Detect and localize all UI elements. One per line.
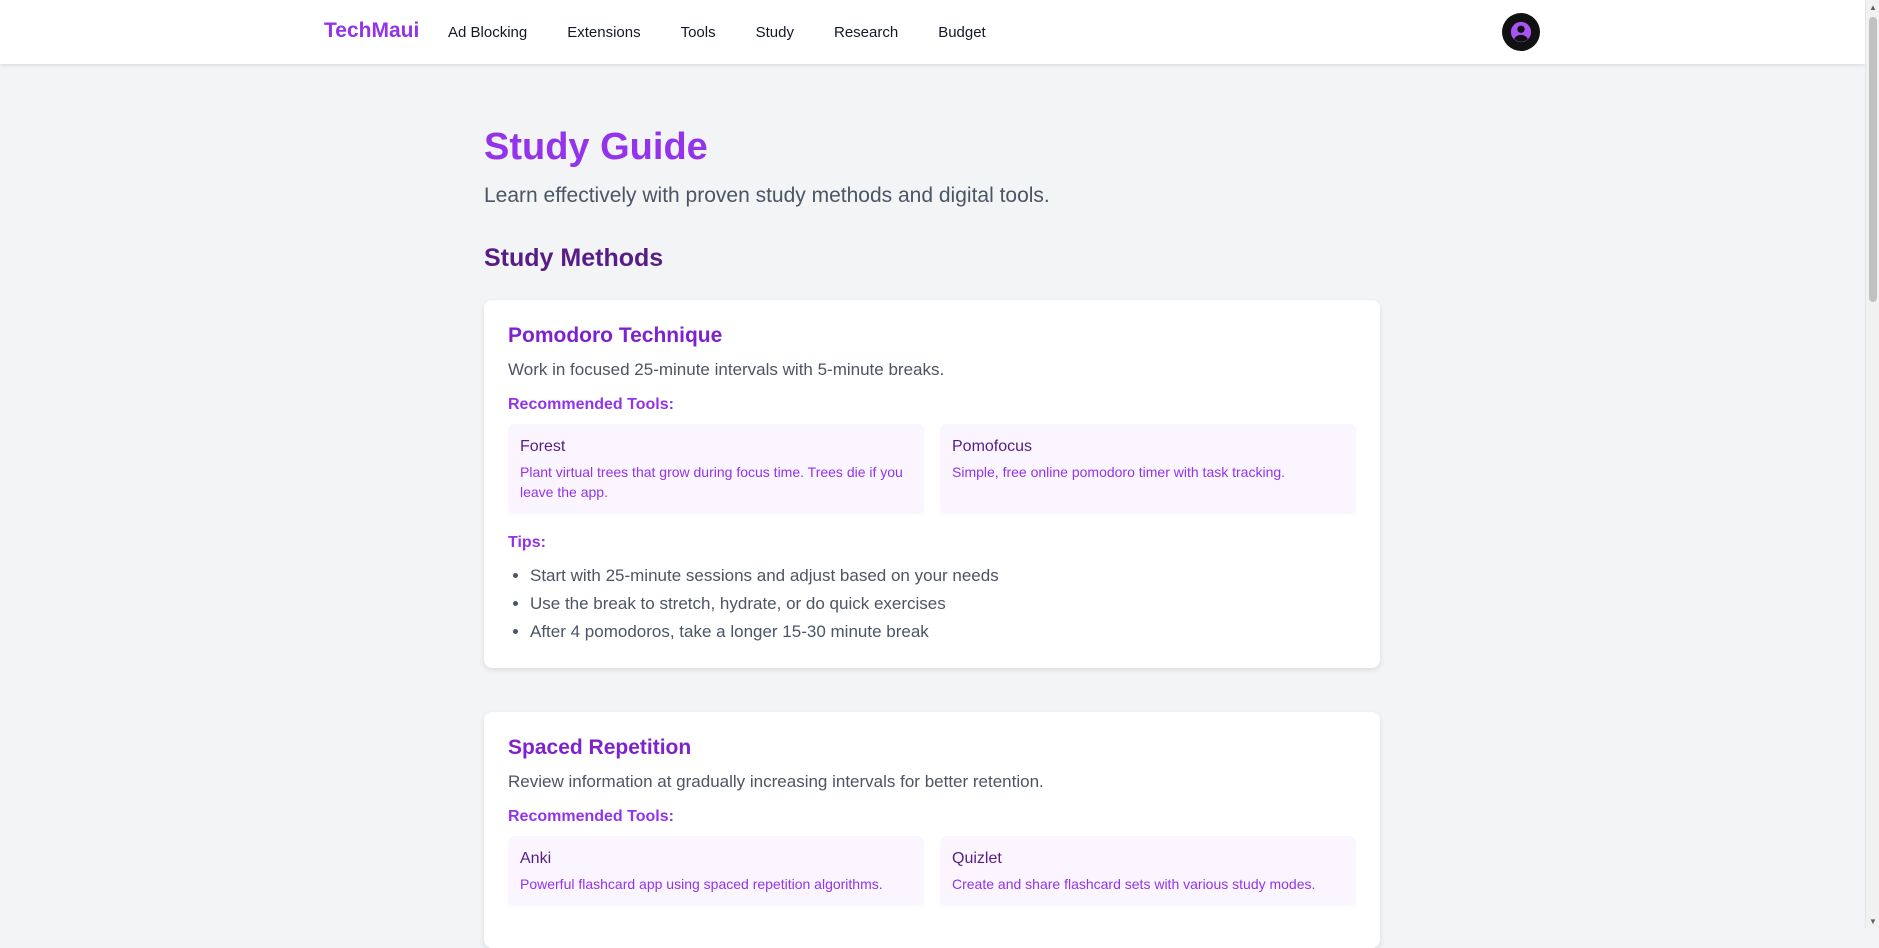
brand-logo[interactable]: TechMaui (324, 19, 419, 43)
scroll-up-arrow-icon[interactable]: ▲ (1866, 0, 1879, 14)
tool-name: Anki (520, 850, 552, 867)
page-title: Study Guide (484, 126, 708, 168)
scroll-down-arrow-icon[interactable]: ▼ (1866, 914, 1879, 928)
tool-name: Forest (520, 438, 566, 455)
tools-label: Recommended Tools: (508, 396, 674, 413)
tool-description: Powerful flashcard app using spaced repe… (520, 876, 883, 892)
nav-link-budget[interactable]: Budget (938, 24, 986, 41)
nav-links: Ad Blocking Extensions Tools Study Resea… (448, 0, 1026, 64)
tip-item: After 4 pomodoros, take a longer 15-30 m… (530, 618, 1356, 646)
tool-card-pomofocus[interactable]: Pomofocus Simple, free online pomodoro t… (940, 424, 1356, 514)
tool-card-forest[interactable]: Forest Plant virtual trees that grow dur… (508, 424, 924, 514)
tools-label: Recommended Tools: (508, 808, 674, 825)
method-description: Work in focused 25-minute intervals with… (508, 360, 945, 379)
tool-name: Pomofocus (952, 438, 1033, 455)
tool-name: Quizlet (952, 850, 1002, 867)
tools-grid: Anki Powerful flashcard app using spaced… (508, 836, 1356, 906)
vertical-scrollbar[interactable]: ▲ ▼ (1865, 0, 1879, 928)
nav-link-tools[interactable]: Tools (681, 24, 716, 41)
tool-description: Simple, free online pomodoro timer with … (952, 464, 1286, 480)
method-card-spaced-repetition: Spaced Repetition Review information at … (484, 712, 1380, 948)
method-card-pomodoro: Pomodoro Technique Work in focused 25-mi… (484, 300, 1380, 668)
top-nav: TechMaui Ad Blocking Extensions Tools St… (0, 0, 1865, 64)
tip-item: Start with 25-minute sessions and adjust… (530, 562, 1356, 590)
scrollbar-thumb[interactable] (1869, 17, 1877, 302)
user-circle-icon (1510, 21, 1532, 43)
page-subtitle: Learn effectively with proven study meth… (484, 184, 1050, 207)
method-description: Review information at gradually increasi… (508, 772, 1044, 791)
tool-card-quizlet[interactable]: Quizlet Create and share flashcard sets … (940, 836, 1356, 906)
nav-link-extensions[interactable]: Extensions (567, 24, 640, 41)
tool-description: Create and share flashcard sets with var… (952, 876, 1316, 892)
section-title: Study Methods (484, 244, 664, 272)
nav-link-study[interactable]: Study (756, 24, 794, 41)
nav-link-ad-blocking[interactable]: Ad Blocking (448, 24, 527, 41)
tool-card-anki[interactable]: Anki Powerful flashcard app using spaced… (508, 836, 924, 906)
method-title: Pomodoro Technique (508, 324, 723, 347)
user-avatar-button[interactable] (1502, 13, 1540, 51)
tips-label: Tips: (508, 534, 546, 551)
tips-list: Start with 25-minute sessions and adjust… (508, 562, 1356, 646)
tip-item: Use the break to stretch, hydrate, or do… (530, 590, 1356, 618)
nav-link-research[interactable]: Research (834, 24, 898, 41)
method-title: Spaced Repetition (508, 736, 692, 759)
tool-description: Plant virtual trees that grow during foc… (520, 464, 903, 500)
tools-grid: Forest Plant virtual trees that grow dur… (508, 424, 1356, 514)
